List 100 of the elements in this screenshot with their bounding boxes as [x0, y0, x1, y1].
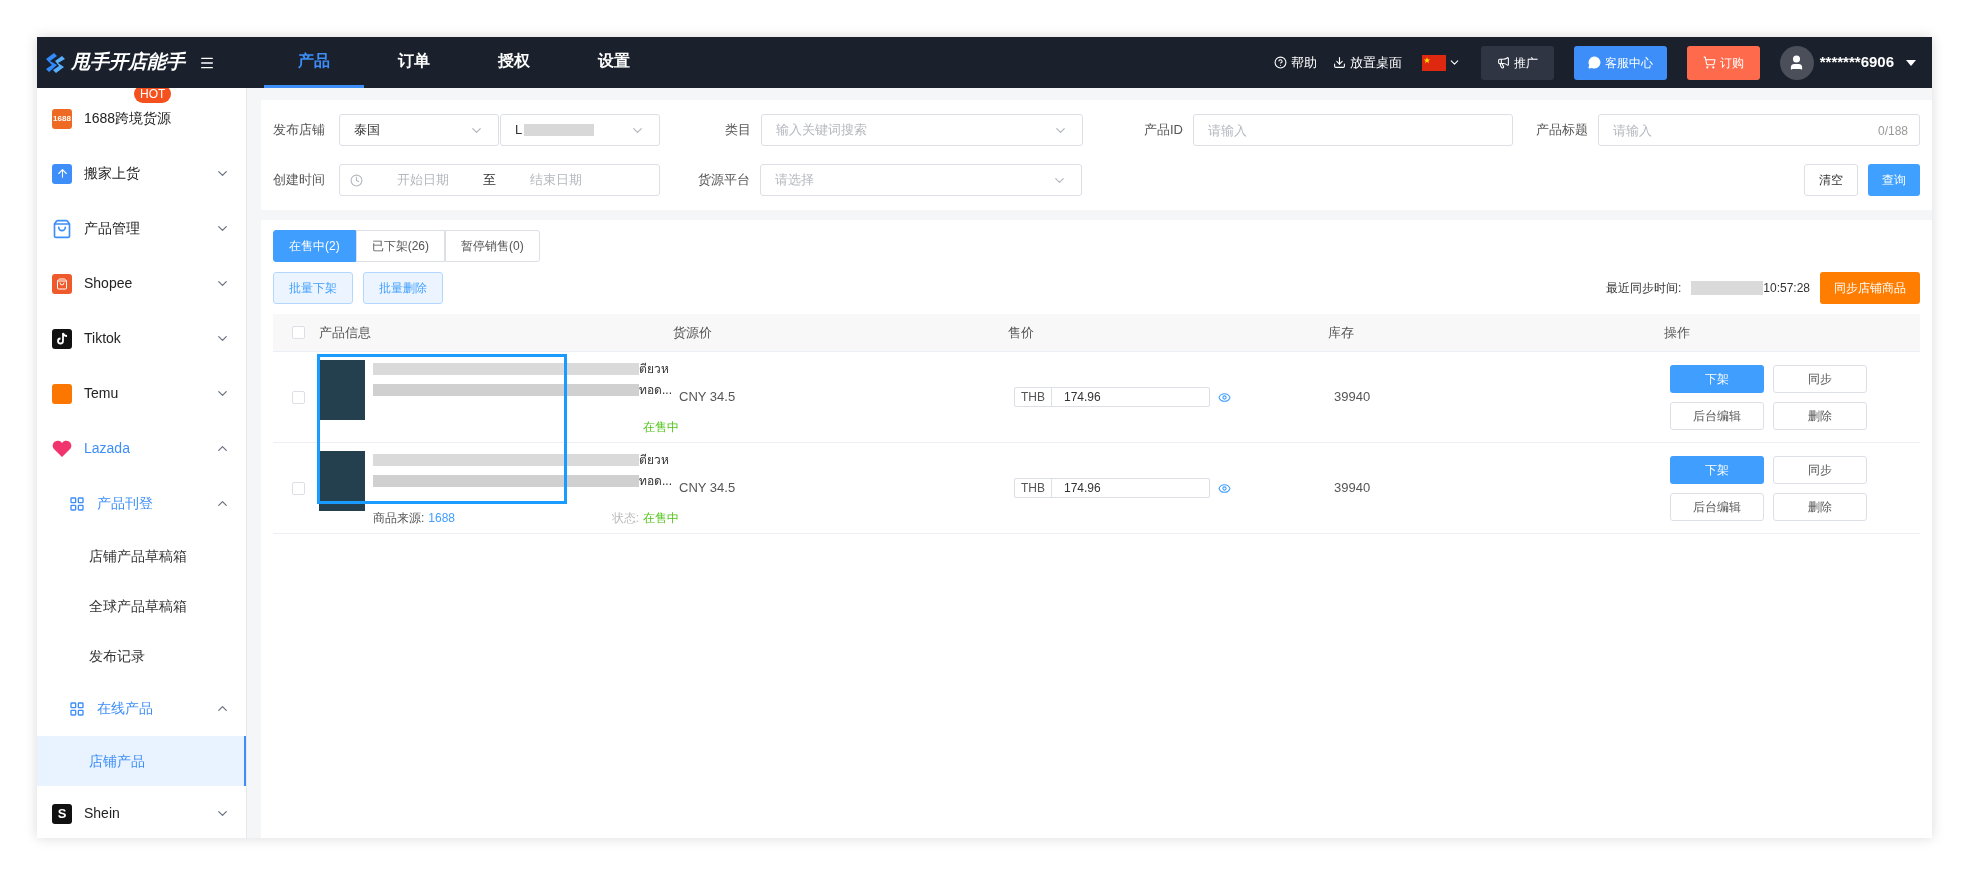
photo-placeholder	[319, 360, 365, 420]
sidebar-item-label: 搬家上货	[84, 164, 141, 183]
sidebar-item-label: Shopee	[84, 274, 134, 293]
stock-value: 39940	[1334, 479, 1372, 498]
product-id-field[interactable]: 请输入	[1193, 114, 1513, 146]
character-count: 0/188	[1877, 123, 1908, 140]
row-action-button[interactable]: 删除	[1773, 492, 1867, 521]
stock-value: 39940	[1334, 388, 1372, 407]
sidebar-subitem[interactable]: 发布记录	[37, 631, 246, 681]
row-checkbox[interactable]	[291, 390, 305, 404]
product-id-label: 产品ID	[1143, 121, 1184, 140]
nav-tab[interactable]: 授权	[464, 37, 564, 88]
row-action-button[interactable]: 后台编辑	[1670, 492, 1764, 521]
country-select[interactable]: 泰国	[339, 114, 499, 146]
language-selector[interactable]	[1421, 54, 1461, 71]
row-action-button[interactable]: 删除	[1773, 401, 1867, 430]
status-tab[interactable]: 已下架(26)	[355, 230, 445, 262]
app-logo-icon	[52, 383, 72, 404]
price-field[interactable]: THB 174.96	[1014, 387, 1210, 407]
product-title: ตียวห	[639, 452, 670, 469]
chat-bubble-icon	[1587, 56, 1601, 69]
nav-tab[interactable]: 订单	[364, 37, 464, 88]
eye-icon[interactable]	[1218, 390, 1231, 404]
row-action-button[interactable]: 同步	[1773, 364, 1867, 393]
sidebar-item-label: Tiktok	[84, 329, 122, 348]
desktop-link[interactable]: 放置桌面	[1332, 52, 1402, 73]
product-title-label: 产品标题	[1535, 121, 1589, 140]
avatar-icon	[1779, 45, 1814, 80]
shopping-bag-icon	[52, 273, 72, 294]
status-tab[interactable]: 暂停销售(0)	[445, 230, 540, 262]
nav-tab[interactable]: 设置	[564, 37, 664, 88]
account-select[interactable]: L	[500, 114, 660, 146]
column-header: 售价	[1008, 323, 1035, 342]
sync-time: 10:57:28	[1763, 280, 1810, 297]
clear-button[interactable]: 清空	[1804, 164, 1858, 196]
sidebar-item-label: Temu	[84, 384, 120, 403]
category-label: 类目	[724, 121, 752, 140]
cart-icon	[1702, 56, 1716, 69]
help-icon	[1273, 56, 1287, 69]
price-field[interactable]: THB 174.96	[1014, 478, 1210, 498]
grid-icon	[69, 495, 85, 512]
source-platform-label: 货源平台	[697, 171, 751, 190]
upload-icon	[52, 163, 72, 184]
clock-icon	[350, 173, 363, 187]
column-header: 产品信息	[318, 323, 372, 342]
sidebar-item-label: 产品管理	[84, 219, 141, 238]
source-label: 商品来源:	[373, 510, 425, 527]
status-label: 状态:	[611, 510, 639, 527]
sidebar-item-label: 产品刊登	[97, 494, 154, 513]
product-title: ตียวห	[639, 361, 670, 378]
select-all-checkbox[interactable]	[291, 326, 305, 339]
download-icon	[1332, 56, 1346, 69]
grid-icon	[69, 700, 85, 717]
blurred-text	[524, 124, 595, 136]
hot-badge: HOT	[134, 88, 172, 103]
sidebar-item[interactable]: 产品管理	[37, 201, 246, 256]
sidebar-item[interactable]: Temu	[37, 366, 246, 421]
column-header: 货源价	[673, 323, 713, 342]
eye-icon[interactable]	[1218, 481, 1231, 495]
help-link[interactable]: 帮助	[1273, 52, 1317, 73]
sidebar-item[interactable]: Tiktok	[37, 311, 246, 366]
user-name: *******6906	[1819, 52, 1894, 73]
store-label: 发布店铺	[273, 121, 326, 140]
sidebar-item-label: 在线产品	[97, 699, 154, 718]
row-checkbox[interactable]	[291, 481, 305, 495]
app-title: 甩手开店能手	[71, 50, 185, 75]
sidebar-item-label: 1688跨境货源	[84, 109, 173, 128]
product-title: ทอด...	[639, 382, 673, 399]
heart-icon	[52, 439, 72, 458]
nav-tab[interactable]: 产品	[264, 37, 364, 88]
flag-icon	[1421, 54, 1446, 71]
column-header: 库存	[1328, 323, 1355, 342]
cost-price: CNY 34.5	[679, 479, 737, 498]
status-text: 在售中	[643, 510, 679, 527]
sidebar-item[interactable]: 搬家上货	[37, 146, 246, 201]
sidebar-item[interactable]: S Shein	[37, 786, 246, 838]
row-action-button[interactable]: 同步	[1773, 455, 1867, 484]
created-time-label: 创建时间	[273, 171, 326, 190]
sidebar-item-label: Shein	[84, 804, 121, 823]
sidebar-subitem[interactable]: 全球产品草稿箱	[37, 581, 246, 631]
cost-price: CNY 34.5	[679, 388, 737, 407]
photo-placeholder	[319, 451, 365, 511]
sync-time-label: 最近同步时间:	[1605, 280, 1682, 297]
date-range-field[interactable]: 开始日期 至 结束日期	[339, 164, 660, 196]
app-logo-icon: 1688	[52, 108, 72, 129]
status-text: 在售中	[643, 419, 679, 436]
promote-button[interactable]: 推广	[1480, 45, 1554, 80]
product-title: ทอด...	[639, 473, 673, 490]
row-action-button[interactable]: 后台编辑	[1670, 401, 1764, 430]
sidebar-subitem[interactable]: 店铺产品草稿箱	[37, 531, 246, 581]
caret-icon	[1906, 59, 1916, 66]
sidebar-item-label: Lazada	[84, 439, 131, 458]
column-header: 操作	[1664, 323, 1690, 342]
bag-icon	[52, 218, 72, 239]
music-note-icon	[52, 328, 72, 349]
sidebar-item[interactable]: Shopee	[37, 256, 246, 311]
sidebar-item[interactable]: HOT 1688 1688跨境货源	[37, 91, 246, 146]
app-logo-icon: S	[52, 803, 72, 824]
user-menu[interactable]: *******6906	[1779, 45, 1916, 80]
megaphone-icon	[1496, 56, 1510, 69]
